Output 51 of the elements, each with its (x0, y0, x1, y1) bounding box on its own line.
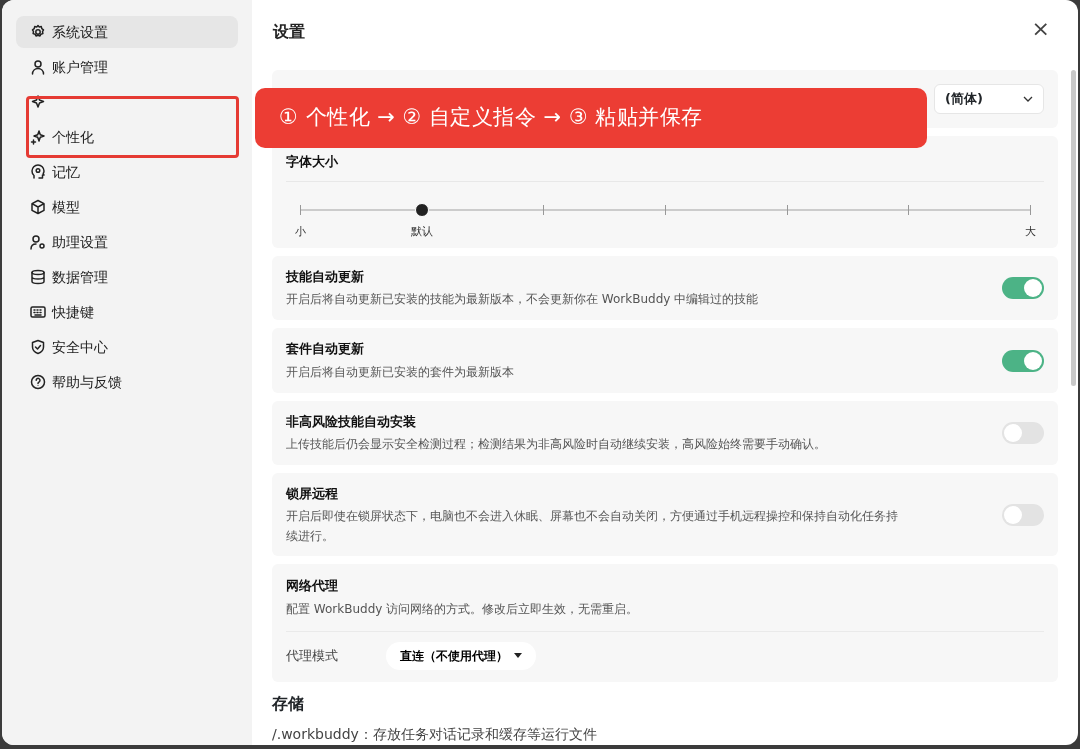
toggle-switch[interactable] (1002, 422, 1044, 445)
toggle-switch[interactable] (1002, 503, 1044, 526)
setting-title: 字体大小 (286, 152, 339, 171)
sidebar-item[interactable]: 个性化 (16, 121, 238, 153)
slider-thumb[interactable] (414, 203, 429, 218)
language-select[interactable]: (简体) (934, 83, 1044, 114)
setting-description: 开启后将自动更新已安装的技能为最新版本，不会更新你在 WorkBuddy 中编辑过的技能 (286, 291, 760, 309)
setting-title: 套件自动更新 (286, 340, 365, 359)
setting-description: 上传技能后仍会显示安全检测过程；检测结果为非高风险时自动继续安装，高风险始终需要手动确认。 (286, 436, 827, 454)
sparkle-icon (30, 94, 46, 110)
proxy-mode-dropdown[interactable]: 直连（不使用代理） (386, 641, 536, 670)
cube-icon (30, 199, 46, 215)
head-icon (30, 164, 46, 180)
setting-title: 锁屏远程 (286, 484, 339, 503)
section-heading: 存储 (272, 692, 305, 715)
field-label: 代理模式 (286, 647, 339, 666)
sidebar-item[interactable]: 快捷键 (16, 296, 238, 328)
setting-description: 开启后即使在锁屏状态下，电脑也不会进入休眠、屏幕也不会自动关闭，方便通过手机远程操控和保持自动化任务持续进行。 (286, 508, 899, 545)
slider-label: 默认 (410, 224, 433, 241)
sparkle-icon (30, 129, 46, 145)
sidebar-item[interactable]: 安全中心 (16, 331, 238, 363)
database-icon (30, 269, 46, 285)
instruction-banner: ① 个性化 → ② 自定义指令 → ③ 粘贴并保存 (255, 88, 927, 148)
keyboard-icon (30, 304, 46, 320)
setting-description: 配置 WorkBuddy 访问网络的方式。修改后立即生效，无需重启。 (286, 600, 640, 618)
close-button[interactable]: × (1027, 18, 1054, 40)
setting-title: 网络代理 (286, 577, 339, 596)
sidebar-item[interactable]: 助理设置 (16, 226, 238, 258)
page-title: 设置 (273, 21, 305, 43)
sidebar-item[interactable]: 系统设置 (16, 16, 238, 48)
chevron-icon (1023, 95, 1033, 102)
toggle-switch[interactable] (1002, 349, 1044, 372)
person-icon (30, 59, 46, 75)
sidebar-item[interactable]: 数据管理 (16, 261, 238, 293)
gear-icon (30, 24, 46, 40)
slider-label: 大 (1024, 224, 1036, 241)
person-gear-icon (30, 234, 46, 250)
setting-title: 非高风险技能自动安装 (286, 412, 417, 431)
scrollbar[interactable] (1071, 70, 1076, 386)
sidebar-item[interactable]: 模型 (16, 191, 238, 223)
slider-label: 小 (294, 224, 306, 241)
sidebar-item[interactable]: 账户管理 (16, 51, 238, 83)
setting-title: 技能自动更新 (286, 267, 365, 286)
caret-icon (514, 653, 522, 659)
sidebar-item[interactable]: 记忆 (16, 156, 238, 188)
setting-description: 开启后将自动更新已安装的套件为最新版本 (286, 363, 515, 381)
help-icon (30, 374, 46, 390)
toggle-switch[interactable] (1002, 277, 1044, 299)
storage-text: /.workbuddy：存放任务对话记录和缓存等运行文件 (272, 724, 598, 744)
shield-icon (30, 339, 46, 355)
sidebar-item[interactable]: 帮助与反馈 (16, 366, 238, 398)
